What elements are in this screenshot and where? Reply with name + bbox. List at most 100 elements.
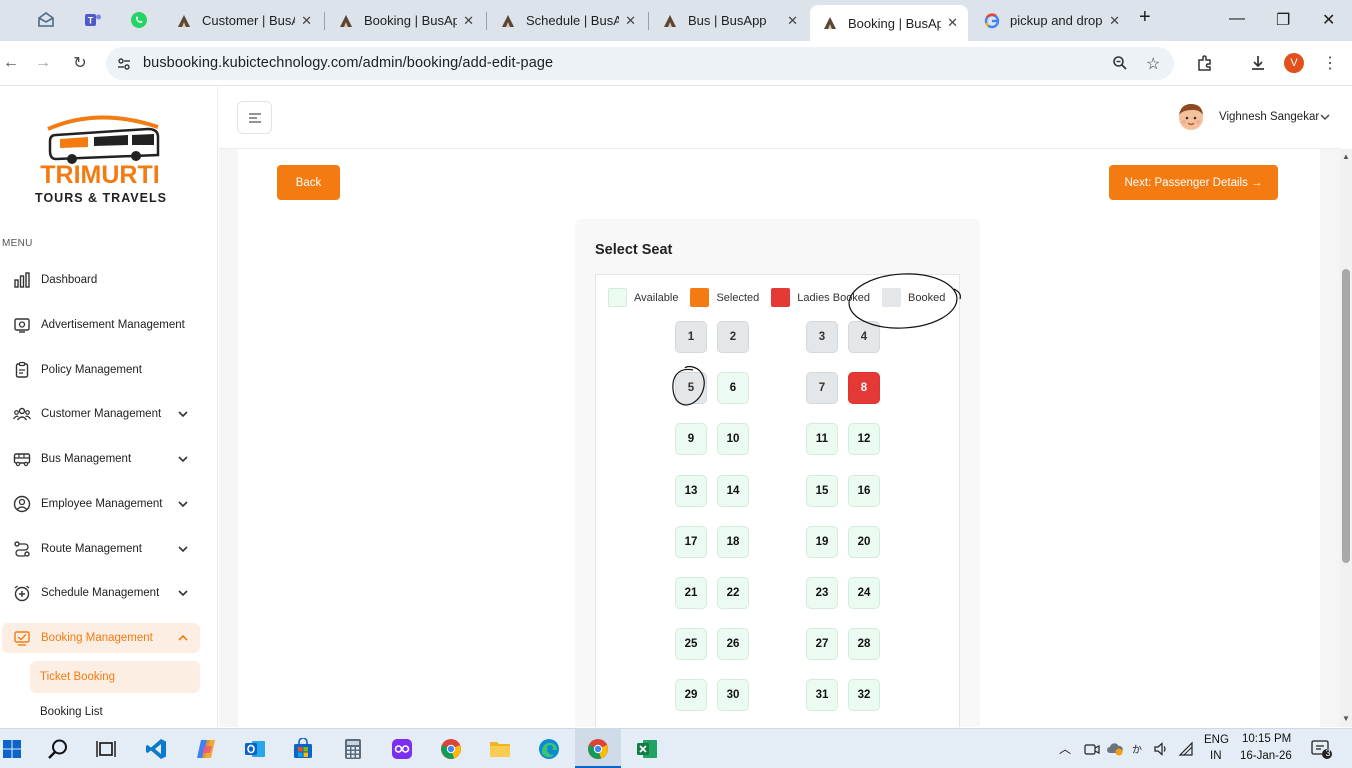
- tab-booking[interactable]: Booking | BusApp ✕: [326, 6, 484, 35]
- sidebar-subitem-booking-list[interactable]: Booking List: [30, 696, 200, 727]
- tab-google-search[interactable]: pickup and drop ✕: [972, 6, 1130, 35]
- seat-27[interactable]: 27: [806, 628, 838, 660]
- seat-20[interactable]: 20: [848, 526, 880, 558]
- tab-customer[interactable]: Customer | BusApp ✕: [164, 6, 322, 35]
- tray-language-icon[interactable]: か: [1127, 737, 1151, 761]
- download-icon[interactable]: [1247, 52, 1269, 74]
- sidebar-subitem-ticket-booking[interactable]: Ticket Booking: [30, 661, 200, 693]
- seat-23[interactable]: 23: [806, 577, 838, 609]
- tray-camera-icon[interactable]: [1080, 737, 1104, 761]
- tab-bus[interactable]: Bus | BusApp ✕: [650, 6, 808, 35]
- minimize-button[interactable]: —: [1229, 10, 1245, 28]
- close-icon[interactable]: ✕: [463, 13, 474, 29]
- chrome-icon[interactable]: [586, 737, 610, 761]
- sidebar-toggle-button[interactable]: [237, 101, 272, 134]
- new-tab-button[interactable]: +: [1139, 6, 1151, 29]
- chevron-down-icon[interactable]: [1319, 111, 1331, 123]
- windows-start-icon[interactable]: [0, 737, 24, 761]
- edge-icon[interactable]: [537, 737, 561, 761]
- next-passenger-details-button[interactable]: Next: Passenger Details →: [1109, 165, 1278, 200]
- sidebar-item-customer[interactable]: Customer Management: [2, 399, 200, 429]
- forward-arrow-icon[interactable]: →: [32, 52, 54, 74]
- seat-6[interactable]: 6: [717, 372, 749, 404]
- file-explorer-icon[interactable]: [488, 737, 512, 761]
- outlook-icon[interactable]: [243, 737, 267, 761]
- tray-clock-time[interactable]: 10:15 PM: [1242, 733, 1291, 745]
- app-icon[interactable]: [390, 737, 414, 761]
- kebab-menu-icon[interactable]: ⋮: [1319, 52, 1341, 74]
- tray-weather-icon[interactable]: [1103, 737, 1127, 761]
- seat-28[interactable]: 28: [848, 628, 880, 660]
- tray-chevron-up-icon[interactable]: ︿: [1059, 740, 1071, 757]
- seat-21[interactable]: 21: [675, 577, 707, 609]
- task-view-icon[interactable]: [94, 737, 118, 761]
- bookmark-star-icon[interactable]: ☆: [1146, 54, 1160, 74]
- back-button[interactable]: Back: [277, 165, 340, 200]
- whatsapp-icon[interactable]: [130, 11, 148, 29]
- seat-32[interactable]: 32: [848, 679, 880, 711]
- sidebar-item-booking[interactable]: Booking Management: [2, 623, 200, 653]
- seat-10[interactable]: 10: [717, 423, 749, 455]
- teams-icon[interactable]: T: [84, 11, 102, 29]
- tray-network-icon[interactable]: [1174, 737, 1198, 761]
- mail-icon[interactable]: [37, 11, 55, 29]
- close-icon[interactable]: ✕: [1109, 13, 1120, 29]
- seat-9[interactable]: 9: [675, 423, 707, 455]
- seat-11[interactable]: 11: [806, 423, 838, 455]
- seat-26[interactable]: 26: [717, 628, 749, 660]
- calculator-icon[interactable]: [341, 737, 365, 761]
- close-window-button[interactable]: ✕: [1322, 10, 1335, 30]
- tray-language-bottom[interactable]: IN: [1210, 750, 1222, 762]
- sidebar-item-dashboard[interactable]: Dashboard: [2, 265, 200, 295]
- seat-17[interactable]: 17: [675, 526, 707, 558]
- user-name[interactable]: Vighnesh Sangekar: [1219, 111, 1319, 123]
- seat-16[interactable]: 16: [848, 475, 880, 507]
- copilot-icon[interactable]: [194, 737, 218, 761]
- avatar[interactable]: [1175, 101, 1207, 133]
- site-settings-icon[interactable]: [116, 56, 132, 77]
- tray-clock-date[interactable]: 16-Jan-26: [1240, 750, 1292, 762]
- sidebar-item-route[interactable]: Route Management: [2, 534, 200, 564]
- chrome-icon[interactable]: [439, 737, 463, 761]
- excel-icon[interactable]: [635, 737, 659, 761]
- tab-booking-active[interactable]: Booking | BusApp ✕: [810, 5, 968, 41]
- seat-22[interactable]: 22: [717, 577, 749, 609]
- sidebar-item-schedule[interactable]: Schedule Management: [2, 578, 200, 608]
- notification-icon[interactable]: 3: [1309, 737, 1333, 761]
- close-icon[interactable]: ✕: [947, 15, 958, 31]
- vscode-icon[interactable]: [144, 737, 168, 761]
- seat-12[interactable]: 12: [848, 423, 880, 455]
- tray-volume-icon[interactable]: [1149, 737, 1173, 761]
- address-bar[interactable]: busbooking.kubictechnology.com/admin/boo…: [106, 47, 1174, 80]
- seat-19[interactable]: 19: [806, 526, 838, 558]
- seat-29[interactable]: 29: [675, 679, 707, 711]
- sidebar-item-advertisement[interactable]: Advertisement Management: [2, 310, 200, 340]
- store-icon[interactable]: [291, 737, 315, 761]
- seat-18[interactable]: 18: [717, 526, 749, 558]
- seat-14[interactable]: 14: [717, 475, 749, 507]
- reload-icon[interactable]: ↻: [69, 52, 91, 74]
- restore-button[interactable]: ❐: [1276, 10, 1290, 30]
- zoom-icon[interactable]: [1112, 55, 1128, 76]
- back-arrow-icon[interactable]: ←: [0, 52, 22, 74]
- seat-31[interactable]: 31: [806, 679, 838, 711]
- sidebar-item-employee[interactable]: Employee Management: [2, 489, 200, 519]
- sidebar-item-bus[interactable]: Bus Management: [2, 444, 200, 474]
- tray-language-top[interactable]: ENG: [1204, 734, 1229, 746]
- search-icon[interactable]: [46, 737, 70, 761]
- extensions-icon[interactable]: [1194, 52, 1216, 74]
- company-logo[interactable]: TRIMURTI TOURS & TRAVELS: [28, 107, 178, 207]
- tab-schedule[interactable]: Schedule | BusApp ✕: [488, 6, 646, 35]
- sidebar-item-policy[interactable]: Policy Management: [2, 355, 200, 385]
- page-scrollbar[interactable]: ▲ ▼: [1340, 149, 1352, 727]
- close-icon[interactable]: ✕: [625, 13, 636, 29]
- seat-13[interactable]: 13: [675, 475, 707, 507]
- profile-avatar[interactable]: V: [1284, 53, 1304, 73]
- seat-30[interactable]: 30: [717, 679, 749, 711]
- close-icon[interactable]: ✕: [787, 13, 798, 29]
- seat-25[interactable]: 25: [675, 628, 707, 660]
- close-icon[interactable]: ✕: [301, 13, 312, 29]
- seat-24[interactable]: 24: [848, 577, 880, 609]
- seat-15[interactable]: 15: [806, 475, 838, 507]
- scrollbar-thumb[interactable]: [1342, 269, 1350, 563]
